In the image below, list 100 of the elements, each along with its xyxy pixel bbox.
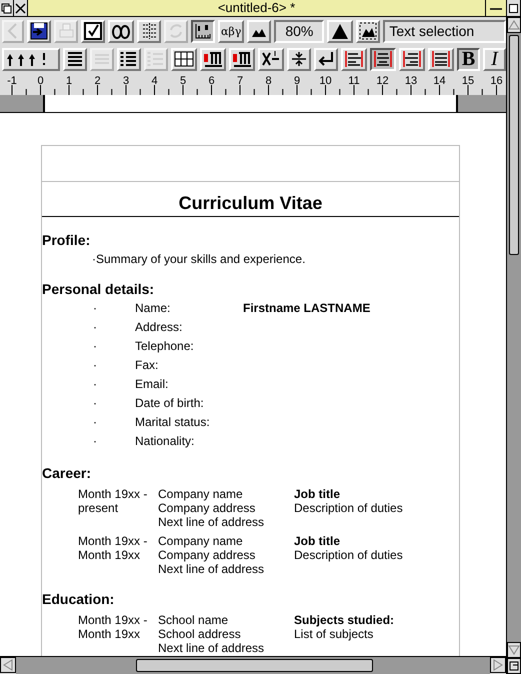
date-text: Month 19xx -	[78, 534, 148, 548]
field-label: Marital status:	[135, 414, 211, 428]
align-center-icon	[373, 50, 393, 68]
list-button[interactable]	[117, 48, 141, 70]
ruler-number: 6	[208, 75, 215, 87]
date-text: Month 19xx	[78, 627, 142, 641]
address-text: School name	[158, 613, 230, 627]
address-text: Company address	[158, 501, 256, 515]
refresh-icon	[167, 22, 185, 40]
entry-title: Subjects studied:	[294, 613, 394, 627]
ruler-number: 1	[66, 75, 72, 87]
framed-mountain-icon	[359, 22, 378, 40]
symbols-button[interactable]: αβγ	[218, 20, 244, 42]
line-spacing-button[interactable]	[63, 48, 87, 70]
right-margin[interactable]	[456, 95, 506, 112]
entry-title: Job title	[294, 487, 342, 501]
mountain-icon	[330, 22, 350, 40]
table-button[interactable]	[171, 48, 197, 70]
date-text: Month 19xx -	[78, 487, 148, 501]
bullet-mark: ·	[92, 358, 98, 372]
printer-icon	[57, 22, 75, 40]
columns-button[interactable]	[137, 20, 161, 42]
ruler-number: 16	[490, 75, 503, 87]
maximize-button[interactable]	[507, 0, 521, 16]
scroll-down-button[interactable]	[507, 642, 521, 658]
justify-icon	[431, 50, 451, 68]
scrollbar-thumb[interactable]	[509, 35, 519, 255]
find-button[interactable]	[108, 20, 134, 42]
ruler-number: 15	[462, 75, 474, 87]
justify-button[interactable]	[428, 48, 454, 70]
ruler-number: 7	[236, 75, 244, 87]
ruler-number: 14	[433, 75, 446, 87]
ruler-number: 5	[180, 75, 186, 87]
ruler-number: 0	[37, 75, 44, 87]
date-text: present	[78, 501, 120, 515]
address-text: Company name	[158, 487, 244, 501]
align-left-button[interactable]	[341, 48, 367, 70]
italic-button[interactable]: I	[483, 48, 506, 70]
summary-text: ·Summary of your skills and experience.	[91, 252, 306, 266]
back-window-button[interactable]	[0, 0, 14, 16]
scrollbar-thumb[interactable]	[136, 659, 373, 672]
date-text: Month 19xx	[78, 548, 142, 562]
ruler-number: 3	[122, 75, 130, 87]
zoom-in-button[interactable]	[327, 20, 354, 42]
field-value: Firstname LASTNAME	[243, 300, 370, 314]
formula-button[interactable]	[258, 48, 284, 70]
field-label: Address:	[135, 320, 184, 334]
style-copy-button[interactable]	[229, 48, 255, 70]
align-left-icon	[344, 50, 364, 68]
insert-button[interactable]	[287, 48, 311, 70]
ruler-button[interactable]	[191, 20, 215, 42]
list-icon	[147, 50, 165, 68]
lines-icon	[66, 50, 84, 68]
checkbox-icon	[84, 22, 102, 40]
save-button[interactable]	[27, 20, 51, 42]
bold-button[interactable]: B	[457, 48, 480, 70]
field-label: Email:	[135, 376, 170, 390]
entry-title: Job title	[294, 534, 342, 548]
ruler-number: 8	[265, 75, 272, 87]
spacing-icon	[290, 50, 308, 68]
align-center-button[interactable]	[370, 48, 396, 70]
zoom-fit-button[interactable]	[356, 20, 380, 42]
address-text: Next line of address	[158, 515, 266, 529]
scroll-right-button[interactable]	[490, 657, 506, 673]
return-arrow-icon	[317, 50, 335, 68]
entry-detail: List of subjects	[294, 627, 374, 641]
return-button[interactable]	[314, 48, 338, 70]
document-title: Curriculum Vitae	[42, 182, 459, 217]
zoom-field[interactable]: 80%	[274, 20, 324, 42]
address-text: Next line of address	[158, 562, 266, 576]
list-icon	[120, 50, 138, 68]
scroll-left-button[interactable]	[0, 657, 16, 673]
left-margin[interactable]	[0, 95, 45, 112]
style-icon	[203, 50, 223, 68]
bullet-mark: ·	[92, 338, 98, 352]
bullet-mark: ·	[92, 396, 98, 410]
align-right-button[interactable]	[399, 48, 425, 70]
ruler-number: 11	[348, 75, 360, 87]
close-button[interactable]	[14, 0, 28, 16]
edit-button[interactable]	[81, 20, 105, 42]
ruler-number: 12	[376, 75, 389, 87]
style-button[interactable]	[200, 48, 226, 70]
section-heading: Career:	[42, 465, 92, 482]
mode-field[interactable]: Text selection	[383, 20, 506, 42]
tabs-button[interactable]	[2, 48, 60, 70]
ruler-number: 13	[404, 75, 418, 87]
ruler-icon	[194, 22, 212, 40]
field-label: Telephone:	[135, 338, 195, 352]
resize-button[interactable]	[507, 658, 521, 674]
iconise-button[interactable]	[485, 0, 507, 16]
columns-icon	[140, 22, 158, 40]
scroll-up-button[interactable]	[507, 17, 521, 33]
style-icon	[232, 50, 252, 68]
bullet-mark: ·	[92, 300, 98, 314]
bullet-mark: ·	[92, 434, 98, 448]
ruler-number: 2	[94, 75, 101, 87]
address-text: School address	[158, 627, 242, 641]
formula-icon	[261, 50, 281, 68]
zoom-out-button[interactable]	[247, 20, 272, 42]
field-label: Fax:	[135, 358, 160, 372]
